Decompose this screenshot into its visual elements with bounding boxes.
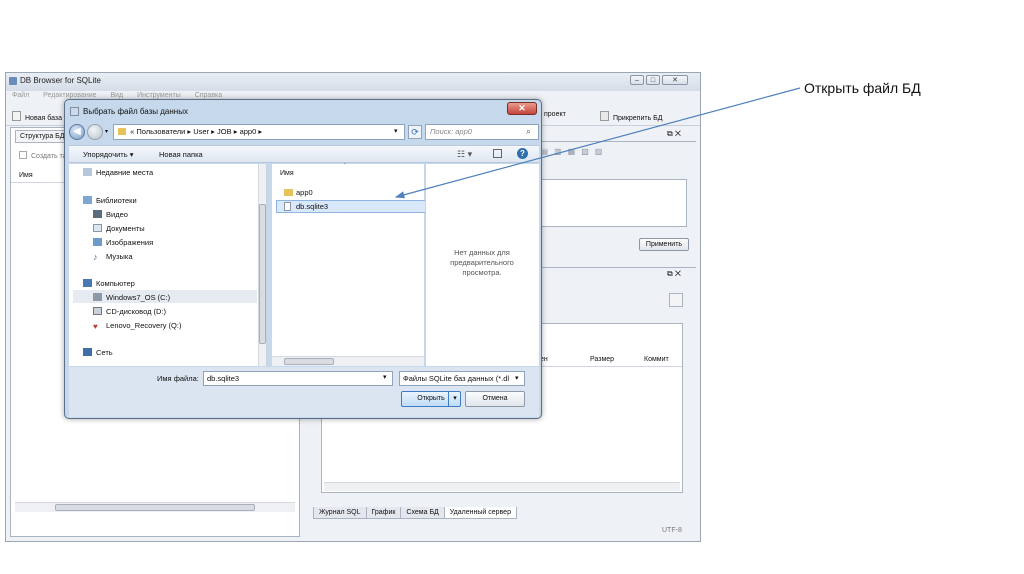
annotation-arrow [394, 87, 801, 199]
